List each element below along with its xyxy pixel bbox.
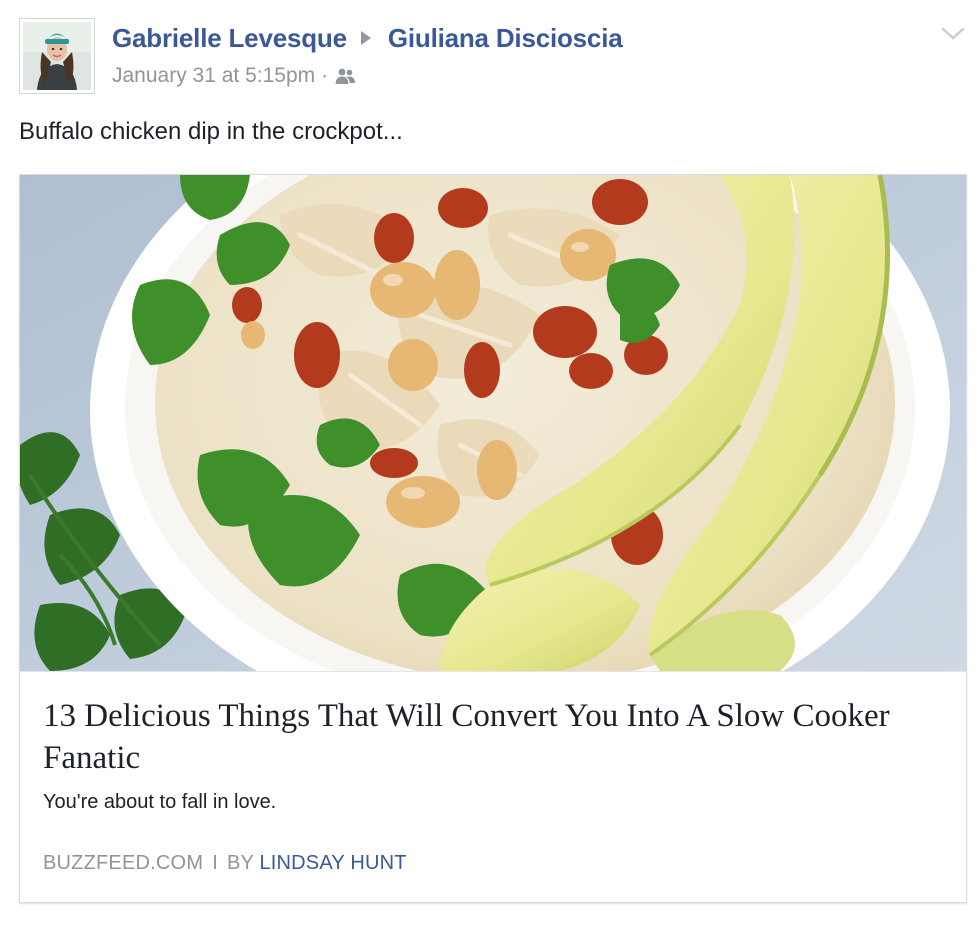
author-avatar[interactable] [19,18,95,94]
link-preview-title[interactable]: 13 Delicious Things That Will Convert Yo… [43,695,933,779]
byline-author-link[interactable]: LINDSAY HUNT [259,852,406,874]
byline-prefix: BY [226,852,254,874]
link-preview-image[interactable] [20,175,966,672]
food-photo [20,175,966,671]
post-header-names: Gabrielle Levesque Giuliana Discioscia [112,21,623,55]
meta-separator: · [321,64,329,87]
source-domain: BUZZFEED.COM [43,852,204,874]
chevron-down-icon[interactable] [938,24,968,44]
post-message: Buffalo chicken dip in the crockpot... [19,118,403,145]
avatar-photo [23,22,91,90]
source-separator: I [212,852,218,874]
right-arrow-icon [360,31,371,45]
post-meta: January 31 at 5:15pm · [112,62,356,90]
link-preview-card[interactable]: 13 Delicious Things That Will Convert Yo… [19,174,967,903]
link-preview-description: You're about to fall in love. [43,791,277,813]
timestamp-link[interactable]: January 31 at 5:15pm [112,64,315,88]
facebook-post: Gabrielle Levesque Giuliana Discioscia J… [0,0,980,927]
friends-icon[interactable] [334,67,356,85]
link-preview-source: BUZZFEED.COM I BY LINDSAY HUNT [43,852,407,875]
recipient-name-link[interactable]: Giuliana Discioscia [388,23,623,54]
author-name-link[interactable]: Gabrielle Levesque [112,23,347,54]
